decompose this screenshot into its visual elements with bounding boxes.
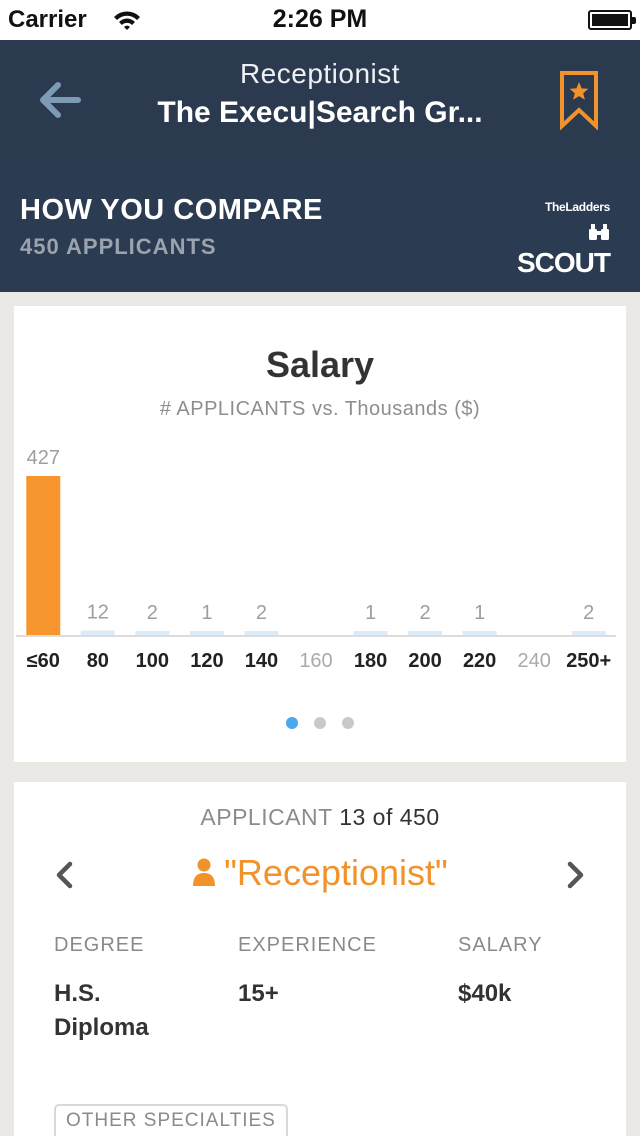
page-dot[interactable]: [342, 717, 354, 729]
chart-subtitle: # APPLICANTS vs. Thousands ($): [159, 398, 481, 420]
experience-label: EXPERIENCE: [238, 934, 377, 956]
chart-data-label: 1: [201, 602, 212, 624]
salary-chart-card[interactable]: Salary # APPLICANTS vs. Thousands ($) 42…: [14, 306, 626, 762]
compare-header: HOW YOU COMPARE 450 APPLICANTS TheLadder…: [0, 160, 640, 292]
applicant-count-value: 13 of 450: [339, 804, 440, 830]
chart-data-label: 12: [87, 602, 109, 624]
experience-value: 15+: [238, 980, 279, 1007]
chart-tick-label: 100: [136, 650, 169, 672]
arrow-left-icon[interactable]: [34, 74, 86, 126]
battery-icon: [588, 10, 636, 30]
applicant-role-text: "Receptionist": [224, 852, 448, 893]
binoculars-icon: [588, 215, 610, 246]
chart-data-label: 2: [256, 602, 267, 624]
chart-data-label: 2: [147, 602, 158, 624]
chart-bar: [353, 631, 388, 635]
compare-heading: HOW YOU COMPARE: [20, 194, 323, 226]
nav-titles: Receptionist The Execu|Search Gr...: [130, 58, 510, 130]
chart-tick-label: 160: [299, 650, 332, 672]
chart-bar: [135, 631, 170, 635]
chart-bar: [80, 630, 115, 635]
salary-value: $40k: [458, 980, 512, 1007]
logo-scout-text: SCOUT: [517, 247, 611, 278]
chart-title: Salary: [265, 344, 375, 385]
chart-tick-label: 120: [190, 650, 223, 672]
job-title: Receptionist: [239, 58, 401, 89]
chart-bar: [189, 631, 224, 635]
applicant-total: 450 APPLICANTS: [20, 234, 217, 259]
chart-tick-label: 180: [354, 650, 387, 672]
person-icon: [192, 854, 216, 886]
bookmark-star-icon[interactable]: [556, 70, 602, 131]
experience-stat: EXPERIENCE 15+: [238, 934, 388, 1011]
chart-tick-label: 240: [517, 650, 550, 672]
applicant-position: APPLICANT 13 of 450: [14, 804, 626, 831]
logo-big-text: SCOUT: [506, 215, 611, 279]
page-dot[interactable]: [314, 717, 326, 729]
chart-data-label: 1: [365, 602, 376, 624]
chart-tick-label: ≤60: [27, 650, 60, 672]
degree-value: H.S. Diploma: [54, 980, 149, 1041]
chart-bar: [408, 631, 443, 635]
applicant-card: APPLICANT 13 of 450 "Receptionist" DEGRE…: [14, 782, 626, 1136]
page-dot[interactable]: [286, 717, 298, 729]
company-name: The Execu|Search Gr...: [157, 96, 483, 129]
chart-tick-label: 200: [408, 650, 441, 672]
chevron-right-icon[interactable]: [562, 860, 588, 890]
page-indicator[interactable]: [14, 716, 626, 734]
degree-label: DEGREE: [54, 934, 145, 956]
ladders-scout-logo: TheLadders SCOUT: [506, 200, 611, 278]
chart-bar: [462, 631, 497, 635]
chart-tick-label: 80: [87, 650, 109, 672]
applicant-count-prefix: APPLICANT: [200, 804, 333, 830]
chart-data-label: 2: [420, 602, 431, 624]
applicant-role: "Receptionist": [14, 852, 626, 894]
chart-data-label: 427: [27, 447, 60, 469]
status-bar: Carrier 2:26 PM: [0, 0, 640, 40]
salary-label: SALARY: [458, 934, 543, 956]
clock: 2:26 PM: [272, 5, 368, 33]
chart-tick-label: 140: [245, 650, 278, 672]
salary-stat: SALARY $40k: [458, 934, 608, 1011]
salary-bar-chart: 427 ≤60 12 80 2 100 1 120 2 140 160 1 180 2 200 1 220 240…: [16, 447, 616, 672]
logo-small-text: TheLadders: [544, 200, 610, 214]
degree-stat: DEGREE H.S. Diploma: [54, 934, 184, 1045]
chart-tick-label: 250+: [566, 650, 611, 672]
chart-data-label: 2: [583, 602, 594, 624]
nav-bar: Receptionist The Execu|Search Gr...: [0, 40, 640, 160]
chart-bar: [571, 631, 606, 635]
chart-bar: [26, 476, 61, 635]
chart-bar: [244, 631, 279, 635]
other-specialties-tab[interactable]: OTHER SPECIALTIES: [54, 1104, 288, 1136]
chart-tick-label: 220: [463, 650, 496, 672]
chart-data-label: 1: [474, 602, 485, 624]
